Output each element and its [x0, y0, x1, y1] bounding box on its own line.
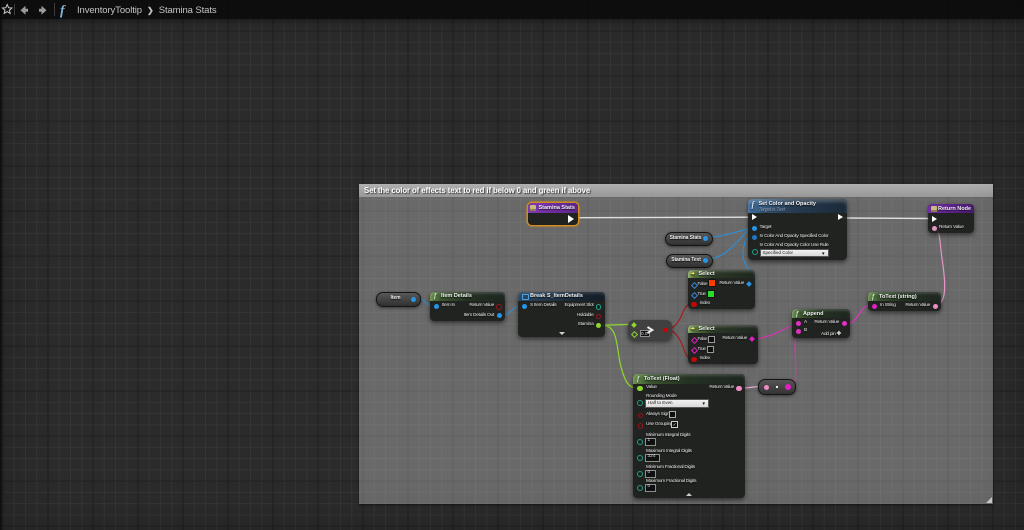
svg-text:f: f — [60, 4, 66, 19]
